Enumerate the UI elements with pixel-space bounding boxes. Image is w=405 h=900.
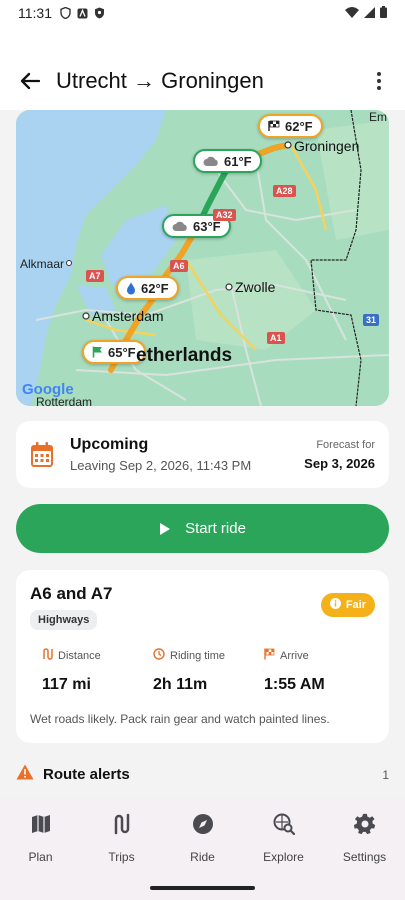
map-label-zwolle: Zwolle (235, 279, 276, 295)
route-alerts-title: Route alerts (43, 766, 130, 783)
security-status-icon (94, 7, 105, 19)
back-button[interactable] (16, 67, 44, 95)
compass-icon (192, 813, 214, 835)
pin-temp: 65°F (108, 344, 136, 360)
rain-drop-icon (126, 282, 136, 295)
status-right (345, 5, 387, 21)
forecast: Forecast for Sep 3, 2026 (304, 439, 375, 471)
finish-flag-icon (268, 120, 280, 132)
play-icon (159, 522, 171, 536)
nav-label: Ride (190, 850, 215, 864)
map-label-groningen: Groningen (294, 138, 360, 154)
map-icon (30, 813, 52, 835)
cellular-icon (364, 5, 375, 21)
stat-label: Distance (58, 649, 101, 662)
upcoming-title: Upcoming (70, 436, 149, 453)
road-shield-a28: A28 (273, 185, 296, 197)
map-label-amsterdam: Amsterdam (92, 308, 164, 324)
calendar-icon (30, 441, 56, 468)
nav-label: Plan (28, 850, 53, 864)
nav-item-explore[interactable]: Explore (249, 813, 319, 900)
start-ride-label: Start ride (185, 520, 246, 537)
clock-icon (153, 648, 165, 663)
pin-temp: 61°F (224, 153, 252, 169)
nav-label: Explore (263, 850, 304, 864)
stat-label: Riding time (170, 649, 226, 662)
route-note: Wet roads likely. Pack rain gear and wat… (30, 712, 330, 726)
route-alerts-count: 1 (382, 767, 389, 782)
shield-status-icon (60, 7, 71, 19)
stat-value: 1:55 AM (264, 676, 325, 693)
stat-value: 117 mi (42, 676, 91, 693)
start-ride-button[interactable]: Start ride (16, 504, 389, 553)
cloud-icon (203, 156, 219, 167)
explore-icon (273, 813, 295, 835)
map-label-alkmaar: Alkmaar (20, 257, 65, 271)
start-flag-icon (92, 346, 103, 358)
stat-value: 2h 11m (153, 676, 208, 693)
warning-icon (16, 764, 34, 785)
more-vert-icon (377, 72, 381, 90)
forecast-label: Forecast for (316, 438, 375, 451)
cloud-icon (172, 221, 188, 232)
road-shield-31: 31 (363, 314, 380, 326)
more-options-button[interactable] (369, 67, 389, 95)
route-type-chip: Highways (30, 610, 98, 630)
road-shield-a6: A6 (170, 260, 188, 272)
info-icon (329, 598, 341, 612)
condition-badge: Fair (320, 593, 375, 617)
pin-temp: 62°F (285, 118, 313, 134)
status-time: 11:31 (18, 5, 52, 21)
app-bar: Utrecht → Groningen (0, 26, 405, 110)
nav-label: Trips (108, 850, 135, 864)
route-icon (111, 813, 133, 835)
nav-item-plan[interactable]: Plan (6, 813, 76, 900)
arrow-back-icon (20, 72, 40, 90)
stat-riding-time: Riding time 2h 11m (153, 648, 264, 694)
road-shield-a32: A32 (213, 209, 236, 221)
stat-arrive: Arrive 1:55 AM (264, 648, 375, 694)
road-shield-a7: A7 (86, 270, 104, 282)
route-map[interactable]: 62°F 61°F 63°F 62°F 65°F Groningen Alkma… (16, 110, 389, 406)
route-stats: Distance 117 mi Riding time 2h 11m Arriv… (42, 648, 375, 694)
route-card[interactable]: A6 and A7 Highways Fair Distance 117 mi … (16, 570, 389, 743)
distance-icon (42, 648, 53, 663)
nav-item-trips[interactable]: Trips (87, 813, 157, 900)
battery-icon (380, 5, 387, 21)
map-label-country: etherlands (136, 345, 233, 366)
stat-distance: Distance 117 mi (42, 648, 153, 694)
app-a-status-icon (77, 8, 88, 19)
weather-pin-cloud-1[interactable]: 61°F (193, 149, 262, 173)
pin-temp: 62°F (141, 280, 169, 296)
route-alerts-row[interactable]: Route alerts 1 (16, 764, 389, 785)
upcoming-card: Upcoming Leaving Sep 2, 2026, 11:43 PM F… (16, 421, 389, 488)
google-logo: Google (22, 381, 74, 398)
road-shield-a1: A1 (267, 332, 285, 344)
condition-label: Fair (345, 599, 366, 611)
status-bar: 11:31 (0, 0, 405, 26)
weather-pin-rain[interactable]: 62°F (116, 276, 179, 300)
nav-item-settings[interactable]: Settings (330, 813, 400, 900)
page-title: Utrecht → Groningen (56, 68, 264, 93)
bottom-nav: Plan Trips Ride Explore Settings (0, 797, 405, 900)
map-label-emmen: Em (369, 110, 387, 124)
weather-pin-finish[interactable]: 62°F (258, 114, 323, 138)
departure-time: Leaving Sep 2, 2026, 11:43 PM (70, 458, 252, 473)
forecast-date: Sep 3, 2026 (304, 455, 375, 471)
finish-flag-icon (264, 648, 275, 663)
wifi-icon (345, 5, 359, 21)
home-indicator[interactable] (150, 886, 255, 890)
stat-label: Arrive (280, 649, 309, 662)
gear-icon (353, 813, 376, 835)
nav-label: Settings (342, 850, 387, 864)
